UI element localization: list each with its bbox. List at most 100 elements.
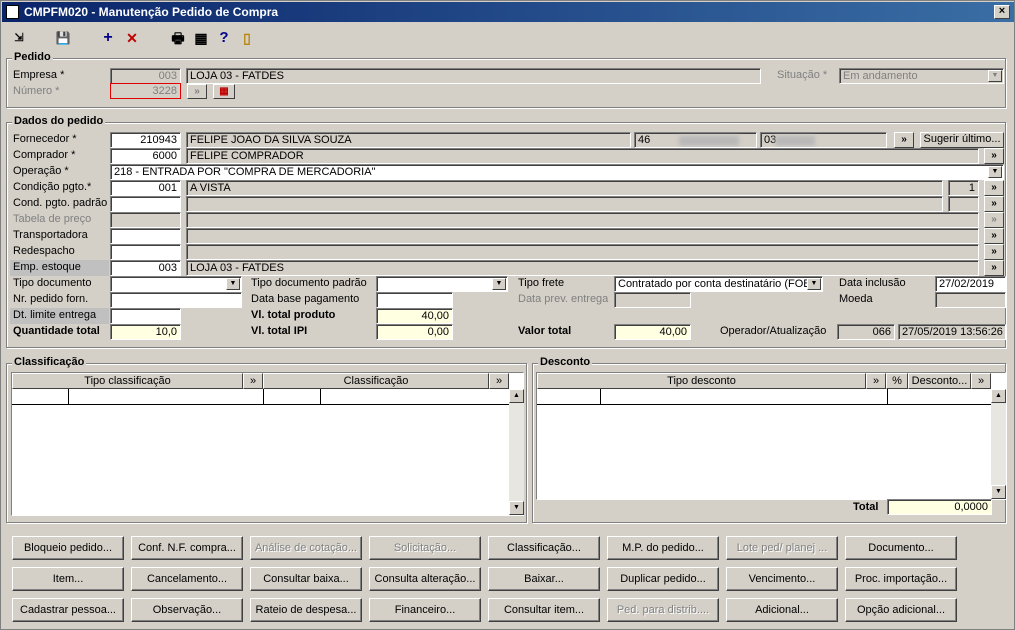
tabela-name-field — [186, 212, 979, 228]
save-icon[interactable]: 💾 — [54, 29, 72, 47]
moeda-label: Moeda — [839, 293, 873, 305]
redespacho-more-button[interactable]: » — [984, 244, 1004, 260]
action-button-observa-o[interactable]: Observação... — [131, 598, 243, 622]
calendar-icon[interactable]: ▦ — [213, 84, 235, 99]
redespacho-code-field[interactable] — [110, 244, 181, 260]
empestoque-code-field[interactable]: 003 — [110, 260, 181, 276]
desconto-grid[interactable]: Tipo desconto » % Desconto... » ▲ ▼ — [536, 372, 1006, 500]
chevron-down-icon[interactable]: ▼ — [492, 278, 506, 290]
nrpedido-field[interactable] — [110, 292, 242, 308]
action-button-duplicar-pedido[interactable]: Duplicar pedido... — [607, 567, 719, 591]
operador-label: Operador/Atualização — [720, 325, 827, 337]
action-button-adicional[interactable]: Adicional... — [726, 598, 838, 622]
comprador-more-button[interactable]: » — [984, 148, 1004, 164]
empresa-code-field[interactable]: 003 — [110, 68, 181, 84]
condpadrao-extra-field — [948, 196, 979, 212]
tipofrete-select[interactable]: Contratado por conta destinatário (FOB) ▼ — [614, 276, 823, 292]
chevron-down-icon[interactable]: ▼ — [988, 70, 1002, 82]
fornecedor-code-field[interactable]: 210943 — [110, 132, 181, 148]
action-button-rateio-de-despesa[interactable]: Rateio de despesa... — [250, 598, 362, 622]
action-button-vencimento[interactable]: Vencimento... — [726, 567, 838, 591]
operacao-select[interactable]: 218 - ENTRADA POR "COMPRA DE MERCADORIA"… — [110, 164, 1004, 180]
numero-lookup-button[interactable]: » — [187, 84, 207, 99]
action-button-solicita-o[interactable]: Solicitação... — [369, 536, 481, 560]
action-button-consulta-altera-o[interactable]: Consulta alteração... — [369, 567, 481, 591]
grid-icon[interactable]: ▦ — [192, 29, 210, 47]
action-button-consultar-item[interactable]: Consultar item... — [488, 598, 600, 622]
action-button-item[interactable]: Item... — [12, 567, 124, 591]
col-more-button[interactable]: » — [489, 373, 509, 389]
database-label: Data base pagamento — [251, 293, 360, 305]
comprador-code-field[interactable]: 6000 — [110, 148, 181, 164]
condicao-more-button[interactable]: » — [984, 180, 1004, 196]
dtlimite-field[interactable] — [110, 308, 181, 324]
col-desconto[interactable]: Desconto... — [908, 373, 971, 389]
classificacao-grid[interactable]: Tipo classificação » Classificação » ▲ ▼ — [11, 372, 524, 516]
action-button-documento[interactable]: Documento... — [845, 536, 957, 560]
condpadrao-more-button[interactable]: » — [984, 196, 1004, 212]
transportadora-code-field[interactable] — [110, 228, 181, 244]
action-button-financeiro[interactable]: Financeiro... — [369, 598, 481, 622]
tipodocpadrao-select[interactable]: ▼ — [376, 276, 508, 292]
close-button[interactable]: × — [994, 5, 1010, 19]
tipodoc-select[interactable]: ▼ — [110, 276, 242, 292]
transportadora-label: Transportadora — [13, 229, 88, 241]
transportadora-name-field — [186, 228, 979, 244]
condicao-code-field[interactable]: 001 — [110, 180, 181, 196]
chevron-down-icon[interactable]: ▼ — [807, 278, 821, 290]
action-button-op-o-adicional[interactable]: Opção adicional... — [845, 598, 957, 622]
fornecedor-more-button[interactable]: » — [894, 132, 914, 148]
scroll-up-icon[interactable]: ▲ — [991, 389, 1006, 403]
help-icon[interactable]: ? — [215, 29, 233, 47]
chevron-down-icon[interactable]: ▼ — [988, 166, 1002, 178]
action-button-ped-para-distrib[interactable]: Ped. para distrib.... — [607, 598, 719, 622]
action-button-m-p-do-pedido[interactable]: M.P. do pedido... — [607, 536, 719, 560]
numero-field[interactable]: 3228 — [110, 83, 181, 99]
comprador-label: Comprador * — [13, 149, 76, 161]
col-tipo-desconto[interactable]: Tipo desconto — [537, 373, 866, 389]
classificacao-scrollbar[interactable]: ▲ ▼ — [509, 389, 524, 515]
action-button-lote-ped-planej[interactable]: Lote ped/ planej ... — [726, 536, 838, 560]
action-button-cadastrar-pessoa[interactable]: Cadastrar pessoa... — [12, 598, 124, 622]
action-button-an-lise-de-cota-o[interactable]: Análise de cotação... — [250, 536, 362, 560]
col-more-button[interactable]: » — [866, 373, 886, 389]
col-more-button[interactable]: » — [971, 373, 991, 389]
tipodocpadrao-label: Tipo documento padrão — [251, 277, 367, 289]
database-field[interactable] — [376, 292, 453, 308]
exit-icon[interactable]: ⇲ — [10, 29, 28, 47]
delete-icon[interactable]: ✕ — [123, 29, 141, 47]
col-percent[interactable]: % — [886, 373, 908, 389]
action-button-baixar[interactable]: Baixar... — [488, 567, 600, 591]
situacao-select[interactable]: Em andamento ▼ — [839, 68, 1004, 84]
action-button-classifica-o[interactable]: Classificação... — [488, 536, 600, 560]
empestoque-more-button[interactable]: » — [984, 260, 1004, 276]
sugerir-ultimo-button[interactable]: Sugerir último... — [920, 132, 1004, 148]
col-tipo-classificacao[interactable]: Tipo classificação — [12, 373, 243, 389]
add-icon[interactable]: + — [99, 29, 117, 47]
action-button-cancelamento[interactable]: Cancelamento... — [131, 567, 243, 591]
tabela-more-button[interactable]: » — [984, 212, 1004, 228]
action-button-bloqueio-pedido[interactable]: Bloqueio pedido... — [12, 536, 124, 560]
scroll-down-icon[interactable]: ▼ — [509, 501, 524, 515]
transportadora-more-button[interactable]: » — [984, 228, 1004, 244]
moeda-field — [935, 292, 1006, 308]
tipofrete-value: Contratado por conta destinatário (FOB) — [618, 278, 815, 290]
action-button-conf-n-f-compra[interactable]: Conf. N.F. compra... — [131, 536, 243, 560]
action-button-consultar-baixa[interactable]: Consultar baixa... — [250, 567, 362, 591]
valortotal-field: 40,00 — [614, 324, 691, 340]
datainclusao-field[interactable]: 27/02/2019 — [935, 276, 1006, 292]
door-icon[interactable]: ▯ — [238, 29, 256, 47]
table-row[interactable] — [537, 389, 991, 405]
print-icon[interactable]: 🖶 — [169, 29, 187, 47]
col-more-button[interactable]: » — [243, 373, 263, 389]
action-button-proc-importa-o[interactable]: Proc. importação... — [845, 567, 957, 591]
condpadrao-name-field — [186, 196, 943, 212]
chevron-down-icon[interactable]: ▼ — [226, 278, 240, 290]
condpadrao-code-field[interactable] — [110, 196, 181, 212]
table-row[interactable] — [12, 389, 509, 405]
desconto-scrollbar[interactable]: ▲ ▼ — [991, 389, 1006, 499]
cell-divider — [68, 389, 69, 405]
scroll-down-icon[interactable]: ▼ — [991, 485, 1006, 499]
scroll-up-icon[interactable]: ▲ — [509, 389, 524, 403]
col-classificacao[interactable]: Classificação — [263, 373, 489, 389]
